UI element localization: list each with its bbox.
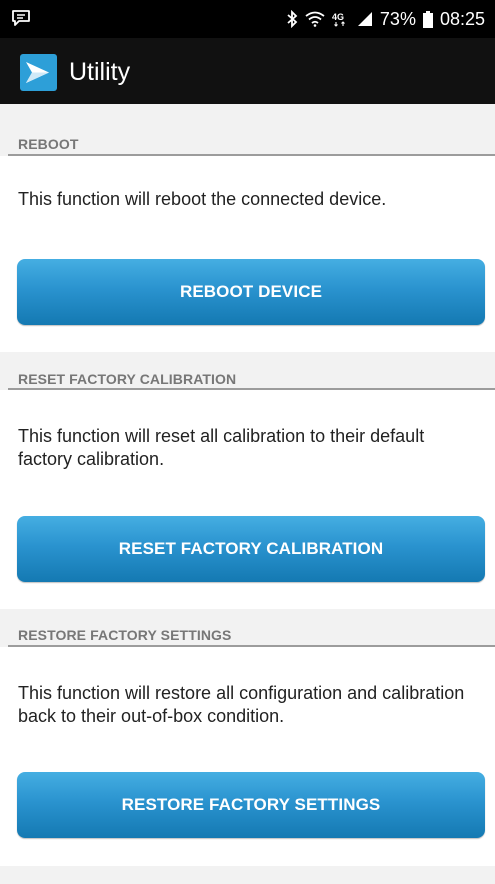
section-description: This function will restore all configura…: [18, 683, 465, 726]
clock: 08:25: [439, 8, 485, 29]
section-header-label: REBOOT: [18, 136, 79, 152]
section-header-restore-settings: RESTORE FACTORY SETTINGS: [0, 609, 495, 647]
app-logo-icon: [20, 54, 57, 91]
section-header-reset-calibration: RESET FACTORY CALIBRATION: [0, 352, 495, 390]
battery-icon: [422, 10, 433, 28]
section-divider: [8, 645, 495, 647]
section-divider: [8, 388, 495, 390]
page-title: Utility: [69, 58, 131, 86]
section-divider: [8, 154, 495, 156]
battery-percentage: 73%: [379, 8, 416, 29]
section-header-label: RESTORE FACTORY SETTINGS: [18, 627, 232, 643]
bluetooth-icon: [287, 10, 298, 28]
restore-factory-settings-button[interactable]: RESTORE FACTORY SETTINGS: [17, 772, 485, 838]
section-header-label: RESET FACTORY CALIBRATION: [18, 371, 237, 387]
message-icon: [12, 10, 30, 26]
section-description: This function will reboot the connected …: [18, 189, 387, 209]
signal-icon: [357, 12, 372, 26]
section-description: This function will reset all calibration…: [18, 426, 425, 469]
reset-factory-calibration-button[interactable]: RESET FACTORY CALIBRATION: [17, 516, 485, 582]
wifi-icon: [305, 11, 325, 27]
app-bar: Utility: [0, 38, 495, 104]
svg-text:4G: 4G: [332, 12, 344, 22]
status-indicators: 4G 73% 08:25: [286, 0, 485, 38]
status-bar: 4G 73% 08:25: [0, 0, 495, 38]
lte-icon: 4G: [332, 12, 345, 27]
section-header-next: [0, 866, 495, 884]
reboot-device-button[interactable]: REBOOT DEVICE: [17, 259, 485, 325]
section-header-reboot: REBOOT: [0, 104, 495, 156]
